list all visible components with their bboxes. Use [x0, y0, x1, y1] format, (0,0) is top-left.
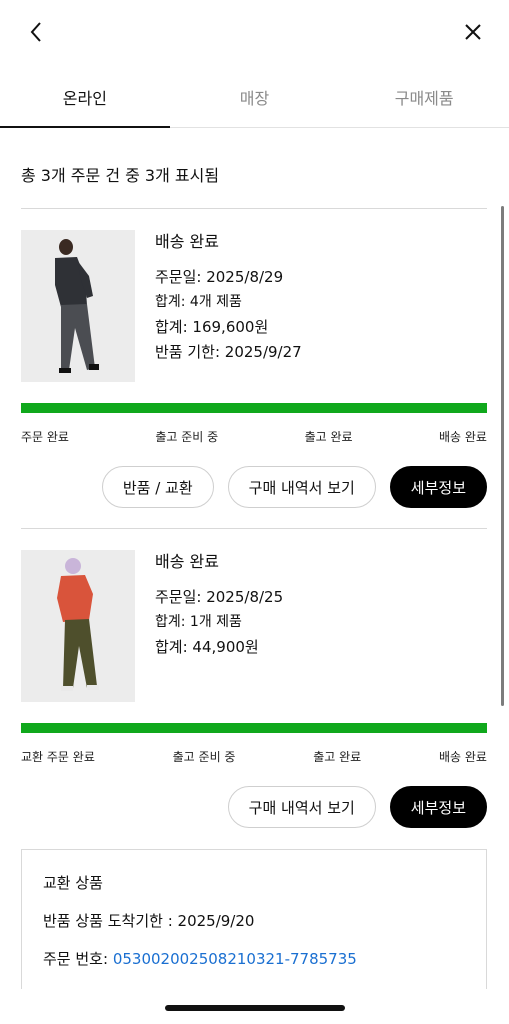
- tab-store[interactable]: 매장: [170, 66, 340, 127]
- order-card: 배송 완료 주문일: 2025/8/25 합계: 1개 제품 합계: 44,90…: [21, 550, 487, 830]
- order-info: 배송 완료 주문일: 2025/8/25 합계: 1개 제품 합계: 44,90…: [155, 550, 475, 660]
- product-image[interactable]: [21, 550, 135, 702]
- close-button[interactable]: [459, 18, 487, 46]
- step-label: 출고 완료: [304, 430, 353, 444]
- item-count: 합계: 1개 제품: [155, 614, 242, 630]
- product-photo-man: [21, 230, 135, 382]
- delivery-status: 배송 완료: [155, 552, 219, 571]
- exchange-info-box: 교환 상품 반품 상품 도착기한 : 2025/9/20 주문 번호: 0530…: [21, 849, 487, 989]
- view-receipt-button[interactable]: 구매 내역서 보기: [227, 786, 376, 828]
- top-bar: [0, 0, 509, 66]
- divider: [21, 208, 487, 209]
- tab-purchased-products[interactable]: 구매제품: [339, 66, 509, 127]
- view-receipt-button[interactable]: 구매 내역서 보기: [227, 466, 376, 508]
- progress-bar: [21, 403, 487, 413]
- delivery-status: 배송 완료: [155, 232, 219, 251]
- chevron-left-icon: [30, 22, 41, 42]
- close-icon: [465, 24, 481, 40]
- return-exchange-button[interactable]: 반품 / 교환: [101, 466, 214, 508]
- details-button[interactable]: 세부정보: [389, 466, 487, 508]
- item-count: 합계: 4개 제품: [155, 294, 242, 310]
- progress-steps: 주문 완료 출고 준비 중 출고 완료 배송 완료: [21, 428, 487, 445]
- progress-bar: [21, 723, 487, 733]
- product-image[interactable]: [21, 230, 135, 382]
- order-actions: 반품 / 교환 구매 내역서 보기 세부정보: [101, 466, 487, 508]
- order-tabs: 온라인 매장 구매제품: [0, 66, 509, 128]
- progress-steps: 교환 주문 완료 출고 준비 중 출고 완료 배송 완료: [21, 748, 487, 765]
- tab-online[interactable]: 온라인: [0, 66, 170, 128]
- back-button[interactable]: [22, 18, 50, 46]
- exchange-title: 교환 상품: [43, 874, 103, 892]
- step-label: 교환 주문 완료: [21, 750, 95, 764]
- step-label: 출고 완료: [313, 750, 362, 764]
- scrollbar[interactable]: [501, 206, 504, 706]
- step-label: 출고 준비 중: [155, 430, 219, 444]
- product-photo-woman: [21, 550, 135, 702]
- order-date: 주문일: 2025/8/29: [155, 268, 284, 286]
- step-label: 출고 준비 중: [172, 750, 236, 764]
- order-number-row: 주문 번호: 053002002508210321-7785735: [43, 949, 465, 969]
- order-card: 배송 완료 주문일: 2025/8/29 합계: 4개 제품 합계: 169,6…: [21, 230, 487, 510]
- order-number-label: 주문 번호:: [43, 950, 109, 968]
- details-button[interactable]: 세부정보: [389, 786, 487, 828]
- order-number-link[interactable]: 053002002508210321-7785735: [113, 950, 357, 968]
- order-total: 합계: 169,600원: [155, 318, 269, 336]
- order-total: 합계: 44,900원: [155, 638, 259, 656]
- order-info: 배송 완료 주문일: 2025/8/29 합계: 4개 제품 합계: 169,6…: [155, 230, 475, 365]
- return-deadline: 반품 기한: 2025/9/27: [155, 343, 302, 361]
- order-count-summary: 총 3개 주문 건 중 3개 표시됨: [21, 166, 220, 185]
- order-actions: 구매 내역서 보기 세부정보: [227, 786, 487, 828]
- home-indicator: [165, 1005, 345, 1011]
- order-date: 주문일: 2025/8/25: [155, 588, 284, 606]
- step-label: 주문 완료: [21, 430, 69, 444]
- divider: [21, 528, 487, 529]
- return-arrival-deadline: 반품 상품 도착기한 : 2025/9/20: [43, 912, 255, 930]
- step-label: 배송 완료: [439, 750, 487, 764]
- step-label: 배송 완료: [438, 430, 487, 444]
